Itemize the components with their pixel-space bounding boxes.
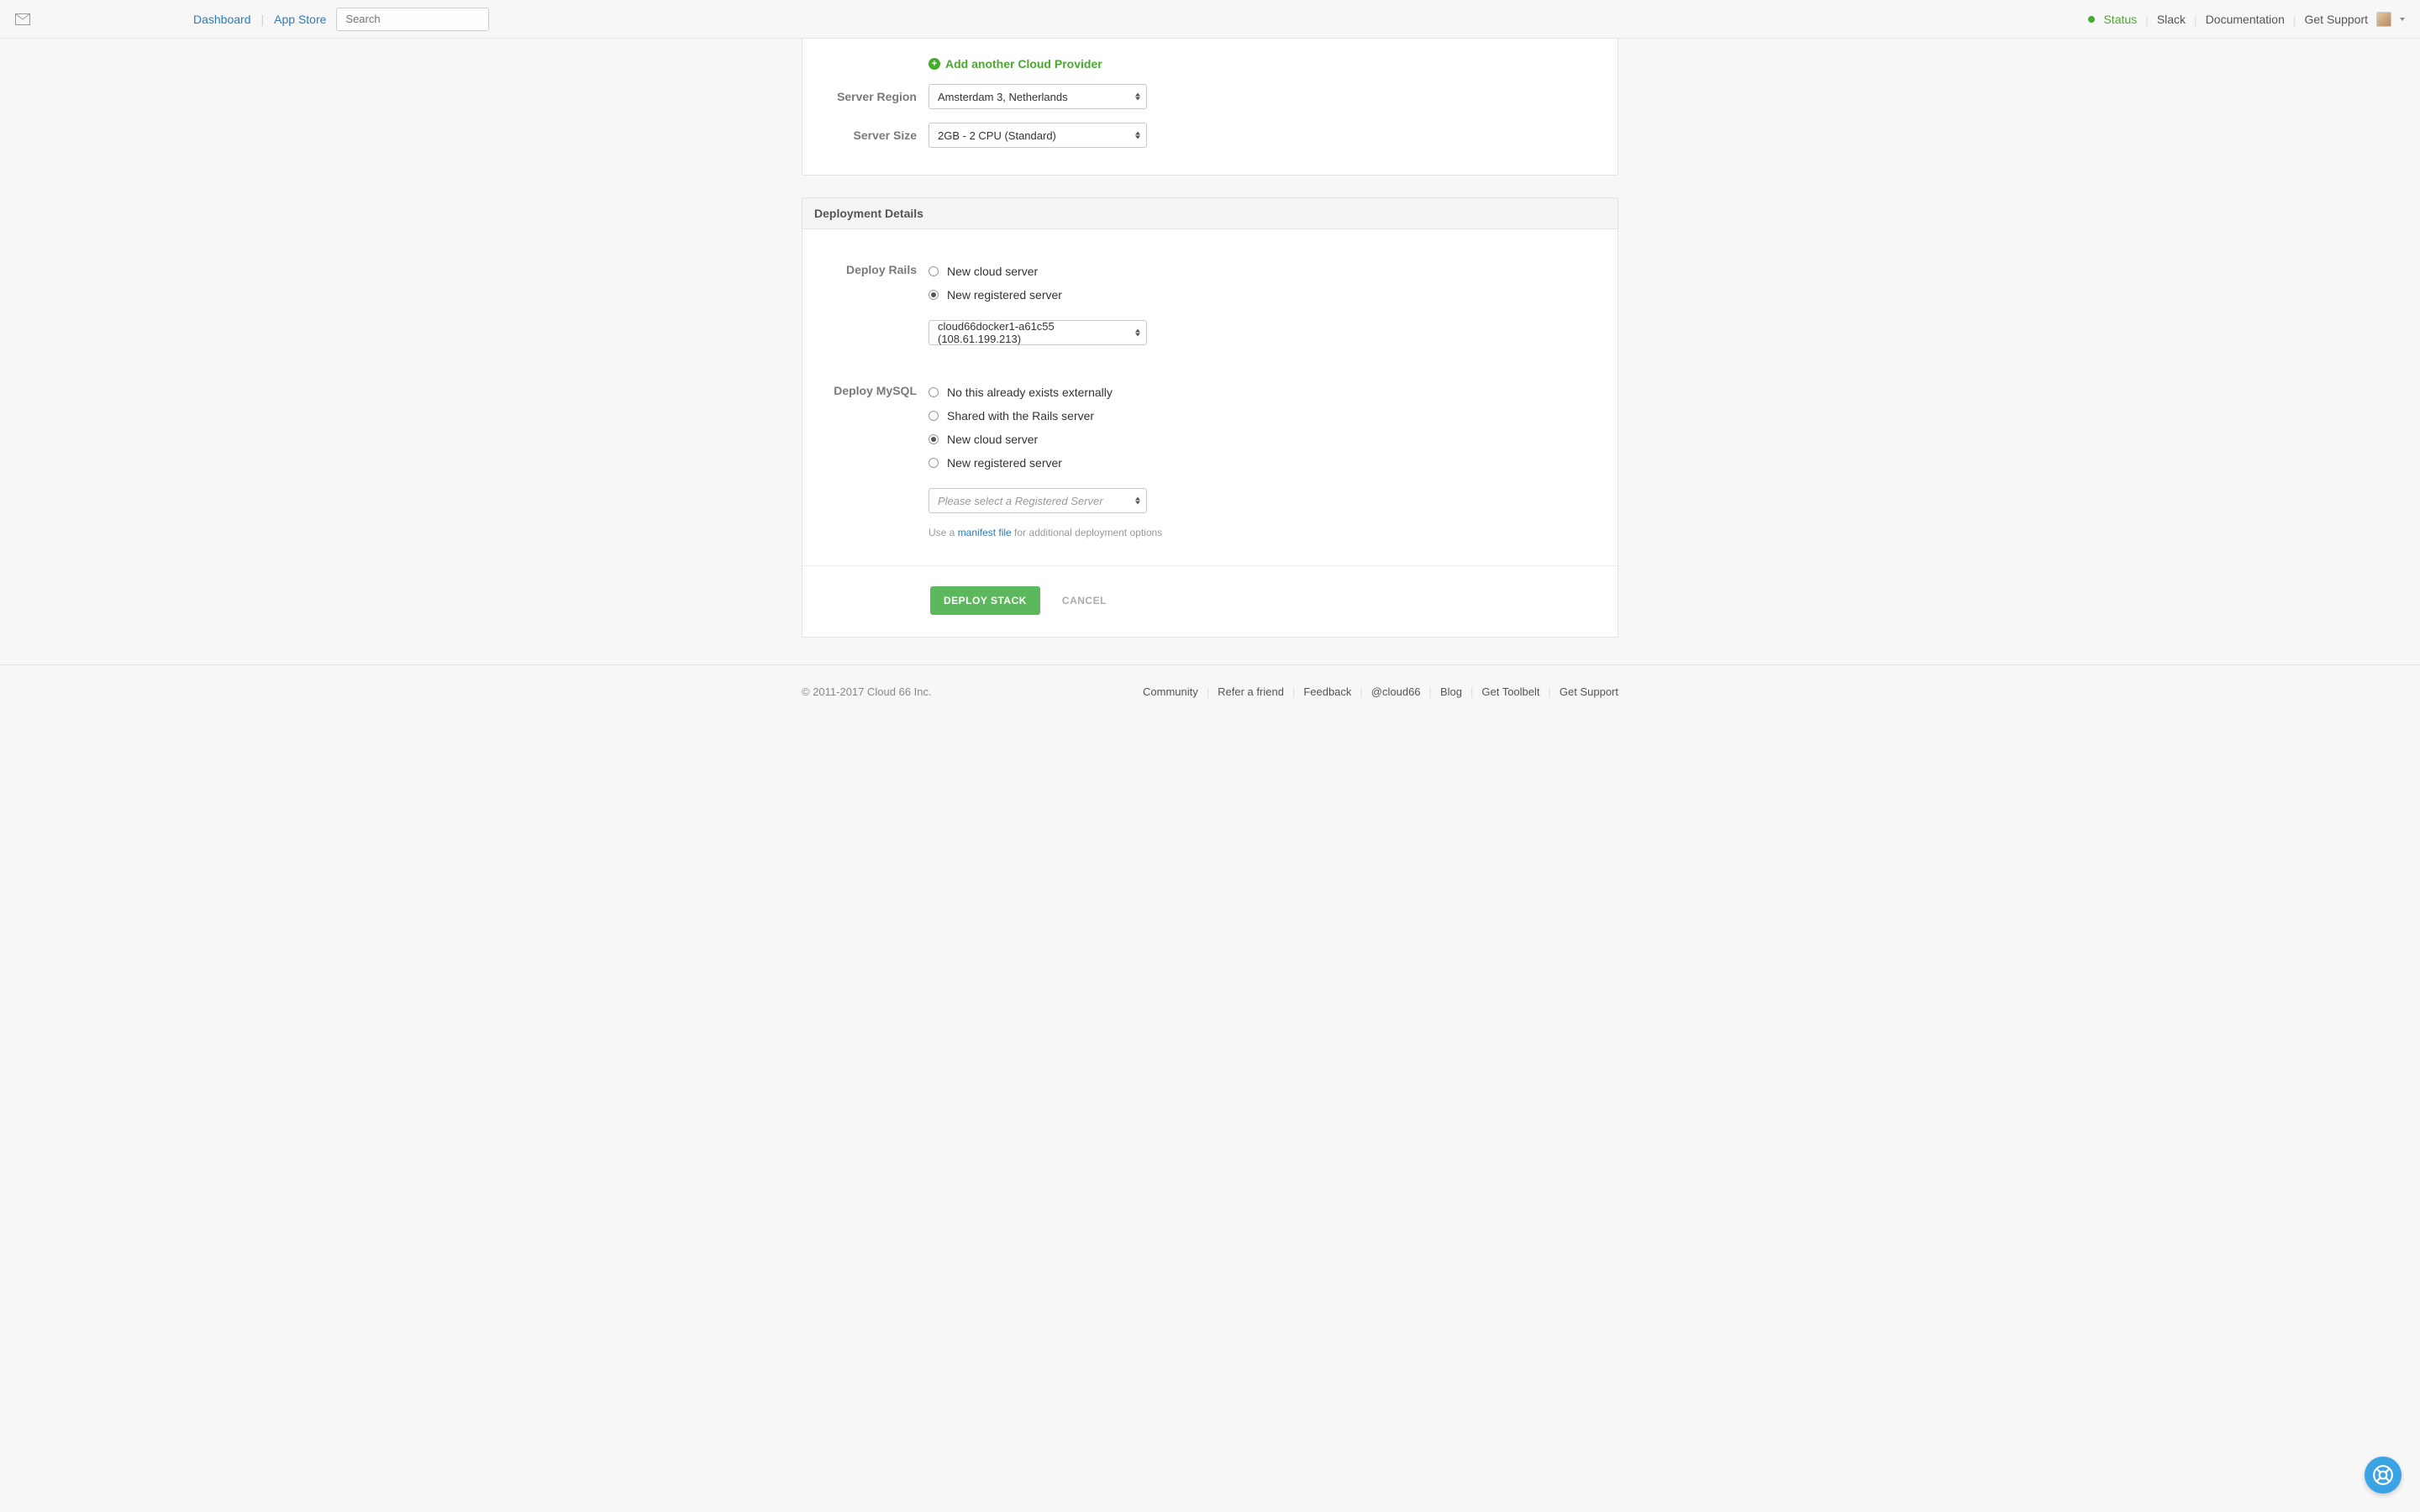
mysql-server-select[interactable]: Please select a Registered Server bbox=[929, 488, 1147, 513]
copyright: © 2011-2017 Cloud 66 Inc. bbox=[802, 685, 932, 698]
cloud-panel: + Add another Cloud Provider Server Regi… bbox=[802, 39, 1618, 176]
footer-support[interactable]: Get Support bbox=[1560, 685, 1618, 698]
rails-new-registered-radio[interactable]: New registered server bbox=[929, 288, 1602, 302]
mysql-new-cloud-label: New cloud server bbox=[947, 433, 1038, 446]
mysql-shared-label: Shared with the Rails server bbox=[947, 409, 1094, 423]
mysql-new-registered-label: New registered server bbox=[947, 456, 1062, 470]
cancel-button[interactable]: CANCEL bbox=[1062, 595, 1107, 606]
mysql-server-placeholder: Please select a Registered Server bbox=[938, 495, 1103, 507]
deploy-mysql-radios: No this already exists externally Shared… bbox=[929, 384, 1602, 470]
radio-icon bbox=[929, 411, 939, 421]
deploy-rails-label: Deploy Rails bbox=[802, 263, 929, 276]
footer-feedback[interactable]: Feedback bbox=[1303, 685, 1351, 698]
server-region-value: Amsterdam 3, Netherlands bbox=[938, 91, 1068, 103]
rails-new-registered-label: New registered server bbox=[947, 288, 1062, 302]
nav-status[interactable]: Status bbox=[2103, 13, 2137, 26]
mail-icon[interactable] bbox=[15, 13, 30, 25]
footer-blog[interactable]: Blog bbox=[1440, 685, 1462, 698]
deployment-details-panel: Deployment Details Deploy Rails New clou… bbox=[802, 197, 1618, 638]
footer-refer[interactable]: Refer a friend bbox=[1218, 685, 1284, 698]
nav-separator: | bbox=[261, 13, 265, 26]
deploy-mysql-label: Deploy MySQL bbox=[802, 384, 929, 397]
server-size-select[interactable]: 2GB - 2 CPU (Standard) bbox=[929, 123, 1147, 148]
nav-dashboard[interactable]: Dashboard bbox=[193, 13, 251, 26]
nav-documentation[interactable]: Documentation bbox=[2206, 13, 2285, 26]
actions: DEPLOY STACK CANCEL bbox=[802, 566, 1618, 637]
help-fab[interactable] bbox=[2365, 1457, 2402, 1494]
deployment-details-header: Deployment Details bbox=[802, 198, 1618, 229]
mysql-shared-radio[interactable]: Shared with the Rails server bbox=[929, 409, 1602, 423]
footer-links: Community| Refer a friend| Feedback| @cl… bbox=[1143, 685, 1618, 698]
footer-twitter[interactable]: @cloud66 bbox=[1371, 685, 1421, 698]
radio-icon bbox=[929, 434, 939, 444]
rails-new-cloud-radio[interactable]: New cloud server bbox=[929, 265, 1602, 278]
add-cloud-provider[interactable]: + Add another Cloud Provider bbox=[929, 57, 1102, 71]
footer: © 2011-2017 Cloud 66 Inc. Community| Ref… bbox=[0, 664, 2420, 718]
nav-slack[interactable]: Slack bbox=[2157, 13, 2186, 26]
server-size-value: 2GB - 2 CPU (Standard) bbox=[938, 129, 1056, 142]
mysql-external-radio[interactable]: No this already exists externally bbox=[929, 386, 1602, 399]
rails-new-cloud-label: New cloud server bbox=[947, 265, 1038, 278]
rails-server-select[interactable]: cloud66docker1-a61c55 (108.61.199.213) bbox=[929, 320, 1147, 345]
nav-appstore[interactable]: App Store bbox=[274, 13, 326, 26]
footer-toolbelt[interactable]: Get Toolbelt bbox=[1481, 685, 1539, 698]
plus-circle-icon: + bbox=[929, 58, 940, 70]
mysql-new-registered-radio[interactable]: New registered server bbox=[929, 456, 1602, 470]
server-region-label: Server Region bbox=[802, 90, 929, 103]
footer-community[interactable]: Community bbox=[1143, 685, 1198, 698]
rails-server-value: cloud66docker1-a61c55 (108.61.199.213) bbox=[938, 320, 1123, 345]
lifebuoy-icon bbox=[2372, 1464, 2394, 1486]
mysql-external-label: No this already exists externally bbox=[947, 386, 1113, 399]
radio-icon bbox=[929, 458, 939, 468]
server-size-label: Server Size bbox=[802, 129, 929, 142]
deploy-stack-button[interactable]: DEPLOY STACK bbox=[930, 586, 1040, 615]
topbar-left: Dashboard | App Store bbox=[15, 8, 489, 31]
manifest-hint: Use a manifest file for additional deplo… bbox=[929, 527, 1602, 538]
radio-icon bbox=[929, 387, 939, 397]
add-cloud-provider-label: Add another Cloud Provider bbox=[945, 57, 1102, 71]
nav-get-support[interactable]: Get Support bbox=[2305, 13, 2369, 26]
deploy-rails-radios: New cloud server New registered server bbox=[929, 263, 1602, 302]
avatar[interactable] bbox=[2376, 12, 2391, 27]
radio-icon bbox=[929, 266, 939, 276]
topbar-right: Status | Slack | Documentation | Get Sup… bbox=[2088, 12, 2405, 27]
radio-icon bbox=[929, 290, 939, 300]
status-dot-icon bbox=[2088, 16, 2095, 23]
user-menu-caret-icon[interactable] bbox=[2400, 18, 2405, 21]
server-region-select[interactable]: Amsterdam 3, Netherlands bbox=[929, 84, 1147, 109]
topbar: Dashboard | App Store Status | Slack | D… bbox=[0, 0, 2420, 39]
search-input[interactable] bbox=[336, 8, 489, 31]
mysql-new-cloud-radio[interactable]: New cloud server bbox=[929, 433, 1602, 446]
manifest-link[interactable]: manifest file bbox=[958, 527, 1012, 538]
